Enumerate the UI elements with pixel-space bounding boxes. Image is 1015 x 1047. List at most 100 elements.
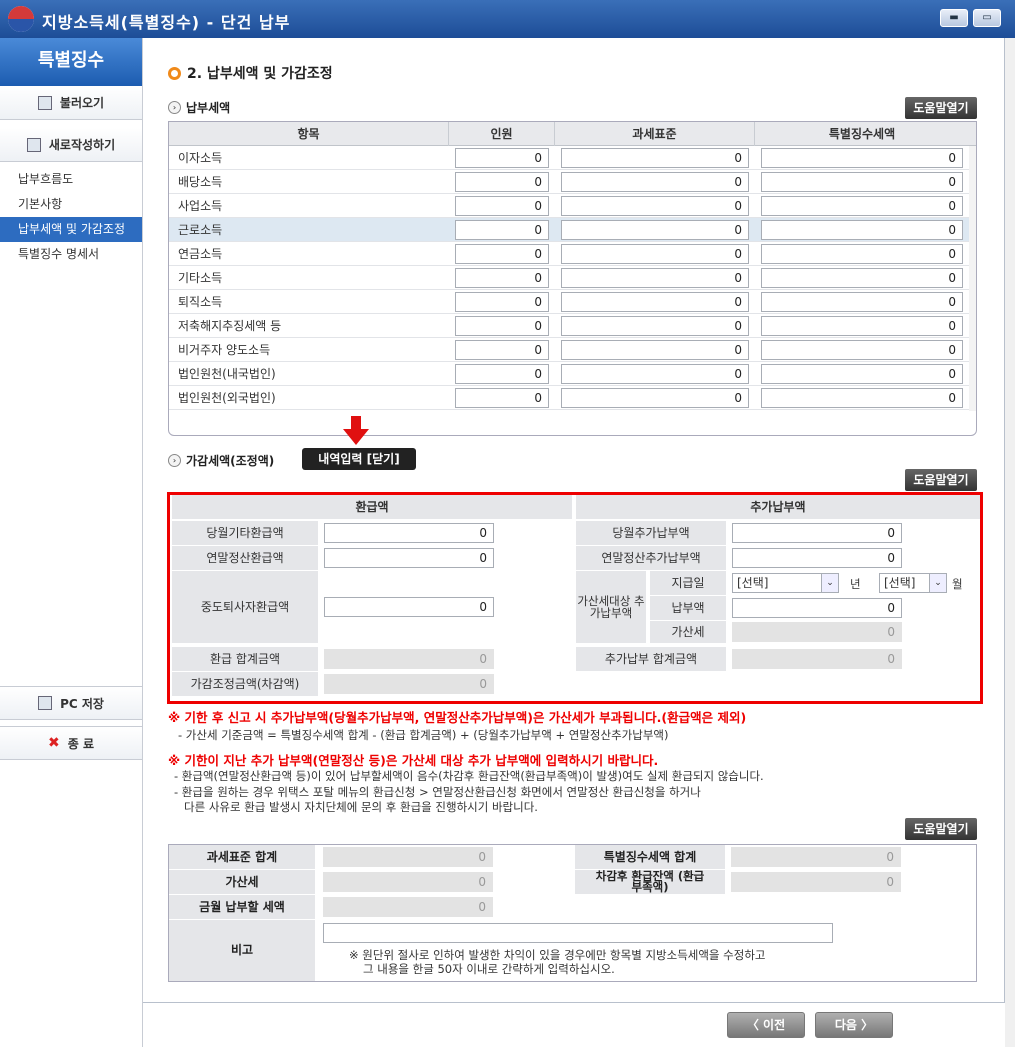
sidebar-item-flow[interactable]: 납부흐름도 (0, 167, 142, 192)
help-button-adjust[interactable]: 도움말열기 (905, 469, 977, 491)
row-value-input[interactable]: 0 (455, 196, 549, 216)
row-value-input[interactable]: 0 (761, 196, 963, 216)
prev-button[interactable]: 〈 이전 (727, 1012, 805, 1038)
load-button[interactable]: 불러오기 (0, 86, 142, 120)
row-value-input[interactable]: 0 (561, 316, 749, 336)
new-write-button[interactable]: 새로작성하기 (0, 128, 142, 162)
after-refund-value: 0 (731, 872, 901, 892)
row-value-input[interactable]: 0 (761, 292, 963, 312)
row-value-input[interactable]: 0 (455, 364, 549, 384)
row-label: 사업소득 (178, 199, 223, 213)
next-button[interactable]: 다음 〉 (815, 1012, 893, 1038)
row-value-input[interactable]: 0 (561, 292, 749, 312)
row-value-input[interactable]: 0 (761, 220, 963, 240)
row-value-input[interactable]: 0 (455, 172, 549, 192)
row-value-input[interactable]: 0 (761, 148, 963, 168)
maximize-button[interactable]: ▭ (973, 9, 1001, 27)
row-value-input[interactable]: 0 (561, 340, 749, 360)
row-value-input[interactable]: 0 (561, 388, 749, 408)
year-select[interactable]: [선택] ⌄ (732, 573, 839, 593)
row-value-input[interactable]: 0 (561, 268, 749, 288)
row-value-input[interactable]: 0 (455, 148, 549, 168)
year-unit: 년 (850, 577, 861, 591)
new-write-label: 새로작성하기 (48, 138, 116, 152)
refund1-input[interactable]: 0 (324, 523, 494, 543)
table-row: 이자소득 0 0 0 (169, 146, 969, 170)
penalty-label: 가산세 (650, 621, 726, 643)
extra-total-value: 0 (732, 649, 902, 669)
row-value-input[interactable]: 0 (761, 268, 963, 288)
table-row: 저축해지추징세액 등000 (169, 314, 969, 338)
row-value-input[interactable]: 0 (561, 220, 749, 240)
row-value-input[interactable]: 0 (761, 364, 963, 384)
window-title: 지방소득세(특별징수) - 단건 납부 (42, 13, 291, 32)
row-value-input[interactable]: 0 (455, 340, 549, 360)
load-label: 불러오기 (59, 96, 105, 110)
row-value-input[interactable]: 0 (455, 316, 549, 336)
extra2-input[interactable]: 0 (732, 548, 902, 568)
detail-input-toggle-button[interactable]: 내역입력 [닫기] (302, 448, 416, 470)
pay-amount-input[interactable]: 0 (732, 598, 902, 618)
summary-penalty-value: 0 (323, 872, 493, 892)
row-value-input[interactable]: 0 (761, 340, 963, 360)
document-icon (26, 137, 41, 152)
refund3-input[interactable]: 0 (324, 597, 494, 617)
section-title: 2. 납부세액 및 가감조정 (168, 63, 333, 83)
remark-input[interactable] (323, 923, 833, 943)
sidebar-item-statement[interactable]: 특별징수 명세서 (0, 242, 142, 267)
row-value-input[interactable]: 0 (561, 196, 749, 216)
row-value-input[interactable]: 0 (455, 244, 549, 264)
minimize-button[interactable]: ▬ (940, 9, 968, 27)
payment-table-scrollbar[interactable] (969, 146, 976, 411)
extra-total-label: 추가납부 합계금액 (576, 647, 726, 671)
pc-save-label: PC 저장 (60, 696, 104, 711)
refund2-input[interactable]: 0 (324, 548, 494, 568)
tax-base-total-label: 과세표준 합계 (169, 845, 315, 869)
row-label: 퇴직소득 (178, 295, 223, 309)
extra1-label: 당월추가납부액 (576, 521, 726, 545)
withholding-total-value: 0 (731, 847, 901, 867)
row-value-input[interactable]: 0 (561, 172, 749, 192)
month-select[interactable]: [선택] ⌄ (879, 573, 947, 593)
row-value-input[interactable]: 0 (561, 148, 749, 168)
payment-tax-title: 납부세액 (186, 101, 231, 115)
extra1-input[interactable]: 0 (732, 523, 902, 543)
row-value-input[interactable]: 0 (455, 388, 549, 408)
row-value-input[interactable]: 0 (455, 268, 549, 288)
window-scrollbar[interactable] (1005, 38, 1015, 1047)
row-label: 이자소득 (178, 151, 223, 165)
sidebar-item-payment-adjust[interactable]: 납부세액 및 가감조정 (0, 217, 142, 242)
arrow-circle-icon: › (168, 101, 181, 114)
warning-late-filing: ※ 기한 후 신고 시 추가납부액(당월추가납부액, 연말정산추가납부액)은 가… (168, 710, 747, 725)
help-button-payment[interactable]: 도움말열기 (905, 97, 977, 119)
col-count: 인원 (449, 122, 555, 146)
chevron-down-icon: ⌄ (821, 574, 838, 592)
pc-save-button[interactable]: PC 저장 (0, 686, 142, 720)
help-button-summary[interactable]: 도움말열기 (905, 818, 977, 840)
refund3-label: 중도퇴사자환급액 (172, 571, 318, 643)
table-row: 퇴직소득 0 0 0 (169, 290, 969, 314)
sidebar: 특별징수 불러오기 새로작성하기 납부흐름도 기본사항 납부세액 및 가감조정 … (0, 38, 143, 1047)
row-value-input[interactable]: 0 (561, 364, 749, 384)
row-label: 저축해지추징세액 등 (178, 319, 282, 333)
month-select-value: [선택] (884, 576, 916, 590)
exit-button[interactable]: ✖ 종 료 (0, 726, 142, 760)
row-value-input[interactable]: 0 (561, 244, 749, 264)
after-refund-label: 차감후 환급잔액 (환급부족액) (575, 870, 725, 894)
row-value-input[interactable]: 0 (761, 172, 963, 192)
table-row: 연금소득 0 0 0 (169, 242, 969, 266)
row-label: 법인원천(외국법인) (178, 391, 276, 405)
row-value-input[interactable]: 0 (761, 388, 963, 408)
refund-total-value: 0 (324, 649, 494, 669)
pay-amount-label: 납부액 (650, 596, 726, 620)
row-value-input[interactable]: 0 (455, 220, 549, 240)
summary-table: 과세표준 합계 0 특별징수세액 합계 0 가산세 0 차감후 환급잔액 (환급… (168, 844, 977, 982)
note-penalty-base: - 가산세 기준금액 = 특별징수세액 합계 - (환급 합계금액) + (당월… (178, 728, 669, 742)
sidebar-item-basic[interactable]: 기본사항 (0, 192, 142, 217)
row-value-input[interactable]: 0 (761, 244, 963, 264)
row-value-input[interactable]: 0 (455, 292, 549, 312)
table-row: 사업소득 0 0 0 (169, 194, 969, 218)
refund-header: 환급액 (172, 495, 572, 519)
summary-penalty-label: 가산세 (169, 870, 315, 894)
row-value-input[interactable]: 0 (761, 316, 963, 336)
